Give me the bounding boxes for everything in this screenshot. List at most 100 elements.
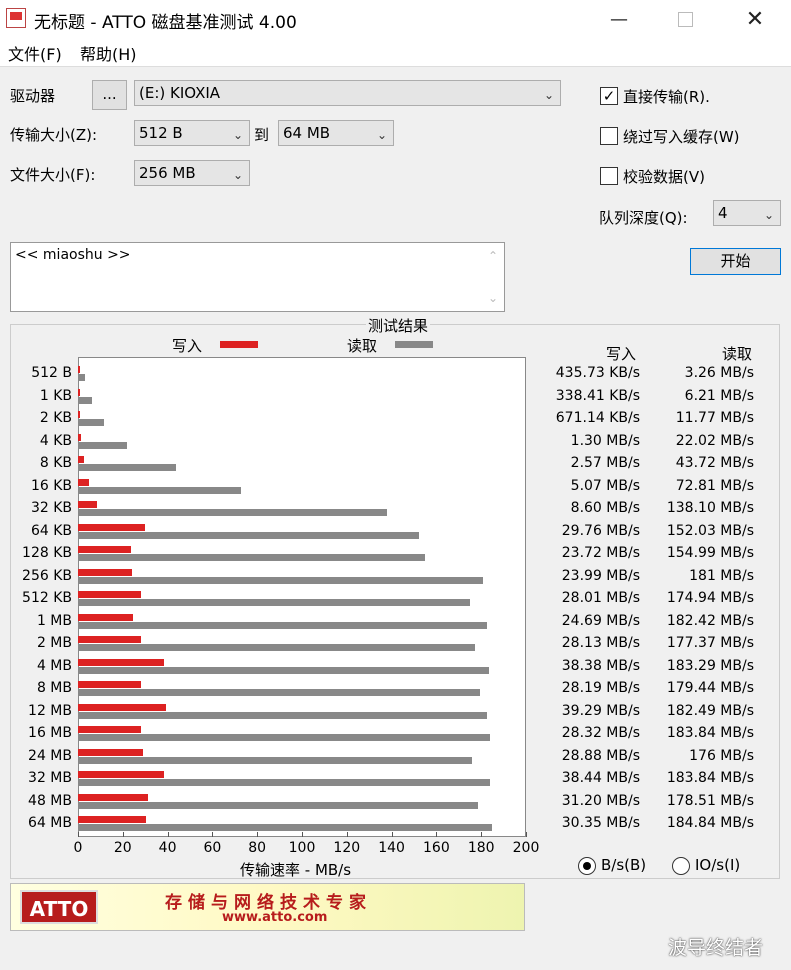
category-label: 2 MB [36,635,72,651]
read-legend-label: 读取 [347,337,378,355]
menu-help[interactable]: 帮助(H) [80,41,137,65]
category-label: 512 KB [22,590,72,606]
transfer-size-label: 传输大小(Z): [10,126,98,144]
title-bar: 无标题 - ATTO 磁盘基准测试 4.00 — ✕ [0,0,791,38]
read-value: 184.84 MB/s [666,815,754,831]
queue-depth-value: 4 [718,204,728,222]
write-bar [78,366,80,373]
browse-button[interactable]: ... [92,80,127,110]
banner-url: www.atto.com [222,910,328,925]
chevron-down-icon: ⌄ [232,128,243,142]
read-bar [78,756,473,764]
io-per-sec-label: IO/s(I) [695,856,741,874]
write-bar [78,681,142,688]
transfer-to-select[interactable]: 64 MB ⌄ [278,120,394,146]
category-label: 48 MB [28,792,72,809]
atto-logo: ATTO [20,890,98,924]
read-value: 3.26 MB/s [684,365,754,381]
queue-depth-label: 队列深度(Q): [599,209,688,227]
bypass-cache-checkbox[interactable] [600,127,618,145]
category-label: 16 MB [28,725,72,741]
write-legend-swatch [220,341,258,348]
queue-depth-select[interactable]: 4 ⌄ [713,200,781,226]
write-bar [78,501,98,508]
read-bar [78,419,105,426]
transfer-from-select[interactable]: 512 B ⌄ [134,120,250,146]
read-value: 177.37 MB/s [666,635,754,651]
write-bar [78,388,80,396]
write-bar [78,613,134,621]
chevron-down-icon: ⌄ [376,128,387,142]
write-value: 29.76 MB/s [561,522,640,539]
write-column-header: 写入 [606,345,637,363]
write-bar [78,591,141,598]
category-label: 512 B [31,365,72,381]
verify-checkbox[interactable] [600,167,618,185]
drive-select[interactable]: (E:) KIOXIA ⌄ [134,80,561,106]
write-bar [78,793,148,801]
watermark-text: 波导终结者 [668,937,764,959]
read-bar [78,531,419,539]
file-size-value: 256 MB [139,164,196,182]
read-value: 179.44 MB/s [666,680,754,696]
minimize-button[interactable]: — [596,0,642,38]
read-bar [78,666,489,674]
x-tick-mark [167,832,169,837]
write-value: 38.38 MB/s [561,657,640,674]
drive-label: 驱动器 [10,87,56,105]
read-value: 176 MB/s [689,747,754,764]
write-bar [78,816,146,823]
file-size-select[interactable]: 256 MB ⌄ [134,160,250,186]
write-value: 31.20 MB/s [561,792,640,809]
read-bar [78,464,176,471]
read-value: 182.49 MB/s [666,702,754,719]
write-value: 2.57 MB/s [570,455,640,471]
read-legend-swatch [395,341,433,348]
write-value: 338.41 KB/s [555,387,640,404]
write-value: 671.14 KB/s [555,410,640,426]
write-bar [78,771,165,778]
x-tick-mark [122,832,124,837]
write-value: 30.35 MB/s [561,815,640,831]
write-bar [78,456,84,463]
x-tick-label: 120 [333,840,361,856]
write-bar [78,748,143,756]
write-value: 28.19 MB/s [561,680,640,696]
results-title: 测试结果 [366,315,431,336]
write-value: 28.88 MB/s [561,747,640,764]
maximize-button[interactable] [662,0,708,38]
transfer-from-value: 512 B [139,124,183,142]
category-label: 64 KB [30,522,72,539]
close-button[interactable]: ✕ [732,0,778,38]
write-value: 38.44 MB/s [561,770,640,786]
start-button[interactable]: 开始 [690,248,781,275]
read-value: 183.84 MB/s [666,725,754,741]
scroll-up-icon[interactable]: ⌃ [488,249,498,263]
description-textarea[interactable]: << miaoshu >> ⌃ ⌄ [10,242,505,312]
read-bar [78,396,92,404]
category-label: 24 MB [28,747,72,764]
x-tick-mark [212,832,214,837]
io-per-sec-radio[interactable] [672,857,690,875]
category-label: 256 KB [22,567,72,584]
direct-io-checkbox[interactable]: ✓ [600,87,618,105]
read-bar [78,689,480,696]
read-value: 182.42 MB/s [666,612,754,629]
menu-bar: 文件(F) 帮助(H) [0,38,791,67]
write-bar [78,523,145,531]
read-value: 154.99 MB/s [666,545,754,561]
category-label: 4 KB [39,432,72,449]
menu-file[interactable]: 文件(F) [8,41,62,65]
to-label: 到 [254,126,270,144]
scroll-down-icon[interactable]: ⌄ [488,291,498,305]
bytes-per-sec-radio[interactable] [578,857,596,875]
x-tick-label: 40 [158,840,177,856]
read-bar [78,621,487,629]
category-label: 64 MB [28,815,72,831]
read-value: 138.10 MB/s [666,500,754,516]
read-value: 72.81 MB/s [675,477,754,494]
read-value: 178.51 MB/s [666,792,754,809]
x-tick-mark [481,832,483,837]
read-value: 11.77 MB/s [675,410,754,426]
chevron-down-icon: ⌄ [543,88,554,102]
